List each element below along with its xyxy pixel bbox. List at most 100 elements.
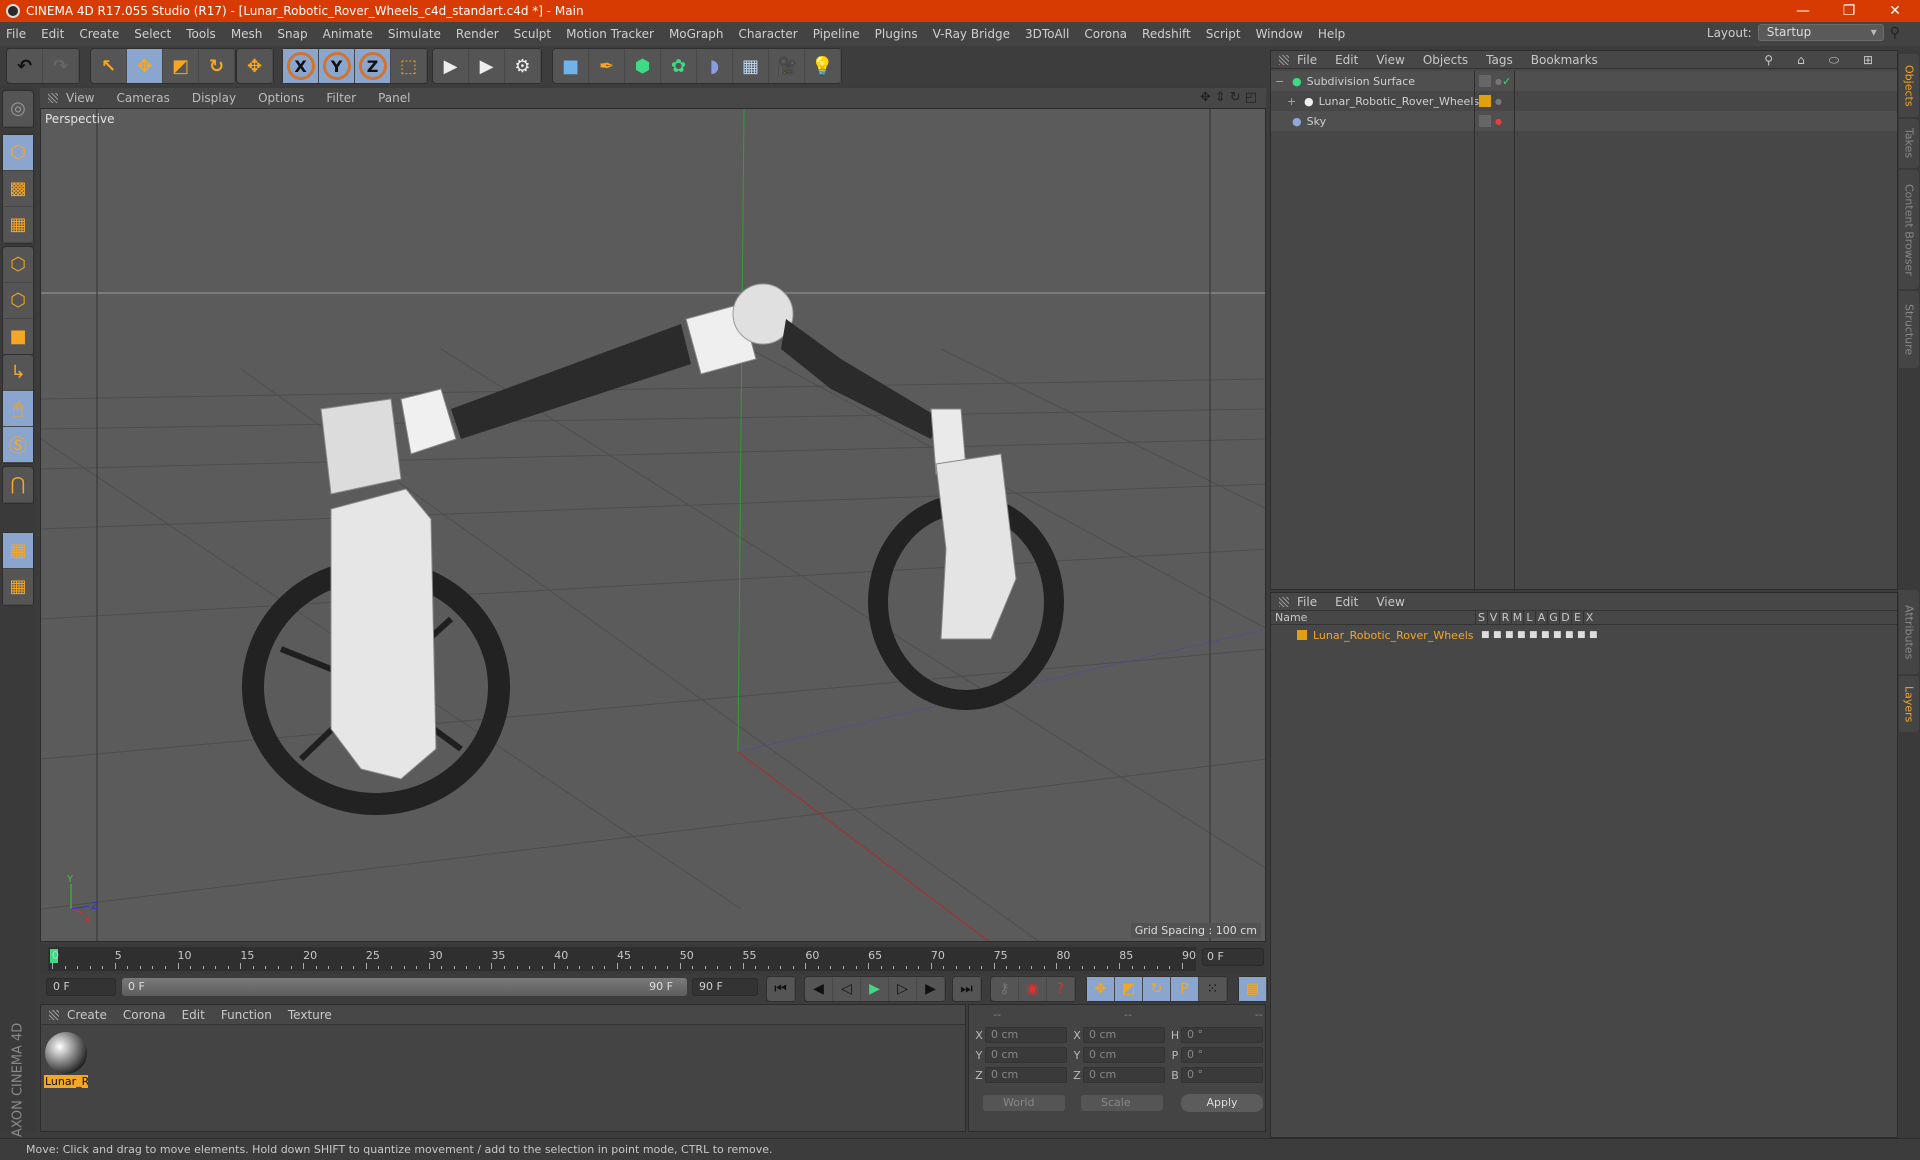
key-rotation-button[interactable]: ↻	[1143, 977, 1171, 1001]
layer-animation-toggle[interactable]: ■	[1541, 630, 1550, 640]
render-settings-button[interactable]: ⚙	[505, 49, 541, 83]
previous-frame-button[interactable]: ◁	[833, 977, 861, 1001]
material-menu-texture[interactable]: Texture	[288, 1008, 332, 1022]
search-icon[interactable]: ⚲	[1890, 25, 1900, 41]
object-menu-view[interactable]: View	[1376, 53, 1404, 67]
side-tab-structure[interactable]: Structure	[1899, 291, 1919, 368]
viewport-menu-options[interactable]: Options	[258, 91, 304, 105]
object-row[interactable]: − ● Subdivision Surface ● ✓	[1271, 71, 1897, 91]
object-name[interactable]: Sky	[1307, 115, 1326, 128]
layer-column-x[interactable]: X	[1583, 611, 1595, 624]
menu-plugins[interactable]: Plugins	[875, 27, 918, 41]
menu-sculpt[interactable]: Sculpt	[514, 27, 551, 41]
play-button[interactable]: ▶	[861, 977, 889, 1001]
menu-mesh[interactable]: Mesh	[231, 27, 263, 41]
preview-range-slider[interactable]: 0 F 90 F	[122, 978, 687, 996]
side-tab-objects[interactable]: Objects	[1899, 54, 1919, 117]
next-frame-button[interactable]: ▷	[889, 977, 917, 1001]
key-pla-button[interactable]: ⁙	[1199, 977, 1227, 1001]
workplane-lock-button[interactable]: ▦	[3, 533, 33, 569]
menu-corona[interactable]: Corona	[1084, 27, 1127, 41]
apply-button[interactable]: Apply	[1181, 1094, 1263, 1112]
coord-system-dropdown[interactable]: World	[983, 1095, 1065, 1111]
pen-spline-button[interactable]: ✒	[589, 49, 625, 83]
key-parameter-button[interactable]: P	[1171, 977, 1199, 1001]
material-swatch[interactable]: Lunar_R	[44, 1031, 88, 1091]
tweak-mode-button[interactable]: 🖱	[3, 391, 33, 427]
restore-button[interactable]: ❐	[1826, 0, 1872, 22]
object-menu-file[interactable]: File	[1297, 53, 1317, 67]
points-mode-button[interactable]: ⬡	[3, 247, 33, 283]
coord-size-field[interactable]: 0 cm	[1083, 1067, 1165, 1083]
layer-menu-edit[interactable]: Edit	[1335, 595, 1358, 609]
axis-mode-button[interactable]: ↳	[3, 355, 33, 391]
layer-column-name[interactable]: Name	[1271, 611, 1475, 624]
subdivision-button[interactable]: ⬢	[625, 49, 661, 83]
side-tab-attributes[interactable]: Attributes	[1899, 590, 1919, 674]
layer-visible-toggle[interactable]: ■	[1493, 630, 1502, 640]
layer-name[interactable]: Lunar_Robotic_Rover_Wheels	[1313, 629, 1474, 642]
object-row[interactable]: ● Sky ●	[1271, 111, 1897, 131]
viewport-menu-panel[interactable]: Panel	[378, 91, 410, 105]
menu-character[interactable]: Character	[738, 27, 797, 41]
recent-tool[interactable]: ✥	[237, 49, 273, 83]
go-to-start-button[interactable]: ⏮	[767, 977, 795, 1001]
viewport-menu-cameras[interactable]: Cameras	[116, 91, 169, 105]
deformer-button[interactable]: ◗	[697, 49, 733, 83]
viewport-menu-filter[interactable]: Filter	[326, 91, 356, 105]
cube-button[interactable]: ■	[553, 49, 589, 83]
panel-grip-icon[interactable]	[48, 93, 58, 103]
material-menu-function[interactable]: Function	[221, 1008, 272, 1022]
render-view-button[interactable]: ▶	[433, 49, 469, 83]
menu-3dtoall[interactable]: 3DToAll	[1025, 27, 1069, 41]
edges-mode-button[interactable]: ⬡	[3, 283, 33, 319]
menu-window[interactable]: Window	[1256, 27, 1303, 41]
timeline-ruler[interactable]: 0 5 10 15 20 25 30 35 40 45 50 55 60 65 70 75 80 85 90	[48, 947, 1196, 971]
close-button[interactable]: ✕	[1872, 0, 1918, 22]
minimize-button[interactable]: —	[1780, 0, 1826, 22]
layer-color-swatch[interactable]	[1479, 115, 1491, 127]
key-scale-button[interactable]: ◩	[1115, 977, 1143, 1001]
axis-lock-x[interactable]: X	[283, 49, 319, 83]
object-name[interactable]: Subdivision Surface	[1307, 75, 1415, 88]
go-to-end-button[interactable]: ⏭	[953, 977, 981, 1001]
object-menu-edit[interactable]: Edit	[1335, 53, 1358, 67]
coord-position-field[interactable]: 0 cm	[985, 1027, 1067, 1043]
visibility-dots-icon[interactable]: ●	[1495, 117, 1502, 126]
tree-expander-icon[interactable]: −	[1275, 75, 1287, 88]
visibility-dots-icon[interactable]: ●	[1495, 97, 1502, 106]
maximize-view-icon[interactable]: ◰	[1245, 90, 1257, 105]
menu-v-ray-bridge[interactable]: V-Ray Bridge	[933, 27, 1010, 41]
rotate-view-icon[interactable]: ↻	[1230, 90, 1241, 105]
filter-icon[interactable]: ⬭	[1829, 53, 1839, 68]
layer-row[interactable]: Lunar_Robotic_Rover_Wheels ■ ■ ■ ■ ■ ■ ■ ■ ■ ■	[1271, 627, 1897, 643]
floor-button[interactable]: ▦	[733, 49, 769, 83]
side-tab-content-browser[interactable]: Content Browser	[1899, 170, 1919, 289]
menu-file[interactable]: File	[6, 27, 26, 41]
magnet-button[interactable]: ⋂	[3, 467, 33, 503]
keyframe-selection-button[interactable]: ?	[1047, 977, 1075, 1001]
object-menu-objects[interactable]: Objects	[1423, 53, 1468, 67]
layer-color-swatch[interactable]	[1479, 95, 1491, 107]
axis-lock-z[interactable]: Z	[355, 49, 391, 83]
3d-viewport[interactable]: Y Z X Perspective Grid Spacing : 100 cm	[40, 108, 1266, 942]
scale-tool[interactable]: ◩	[163, 49, 199, 83]
viewport-menu-display[interactable]: Display	[192, 91, 236, 105]
layer-column-d[interactable]: D	[1559, 611, 1571, 624]
layer-expressions-toggle[interactable]: ■	[1577, 630, 1586, 640]
visibility-dots-icon[interactable]: ●	[1495, 77, 1502, 86]
panel-grip-icon[interactable]	[49, 1010, 59, 1020]
layer-deformers-toggle[interactable]: ■	[1565, 630, 1574, 640]
layer-column-e[interactable]: E	[1571, 611, 1583, 624]
layer-color-swatch[interactable]	[1479, 75, 1491, 87]
previous-key-button[interactable]: ◀	[805, 977, 833, 1001]
end-frame-field[interactable]: 90 F	[692, 978, 758, 996]
material-menu-edit[interactable]: Edit	[182, 1008, 205, 1022]
layer-manager-toggle[interactable]: ■	[1517, 630, 1526, 640]
layer-solo-toggle[interactable]: ■	[1481, 630, 1490, 640]
workplane-mode-button[interactable]: ▦	[3, 207, 33, 243]
undo-button[interactable]: ↶	[7, 49, 43, 83]
menu-help[interactable]: Help	[1318, 27, 1345, 41]
layer-render-toggle[interactable]: ■	[1505, 630, 1514, 640]
object-row[interactable]: + ● Lunar_Robotic_Rover_Wheels ●	[1271, 91, 1897, 111]
